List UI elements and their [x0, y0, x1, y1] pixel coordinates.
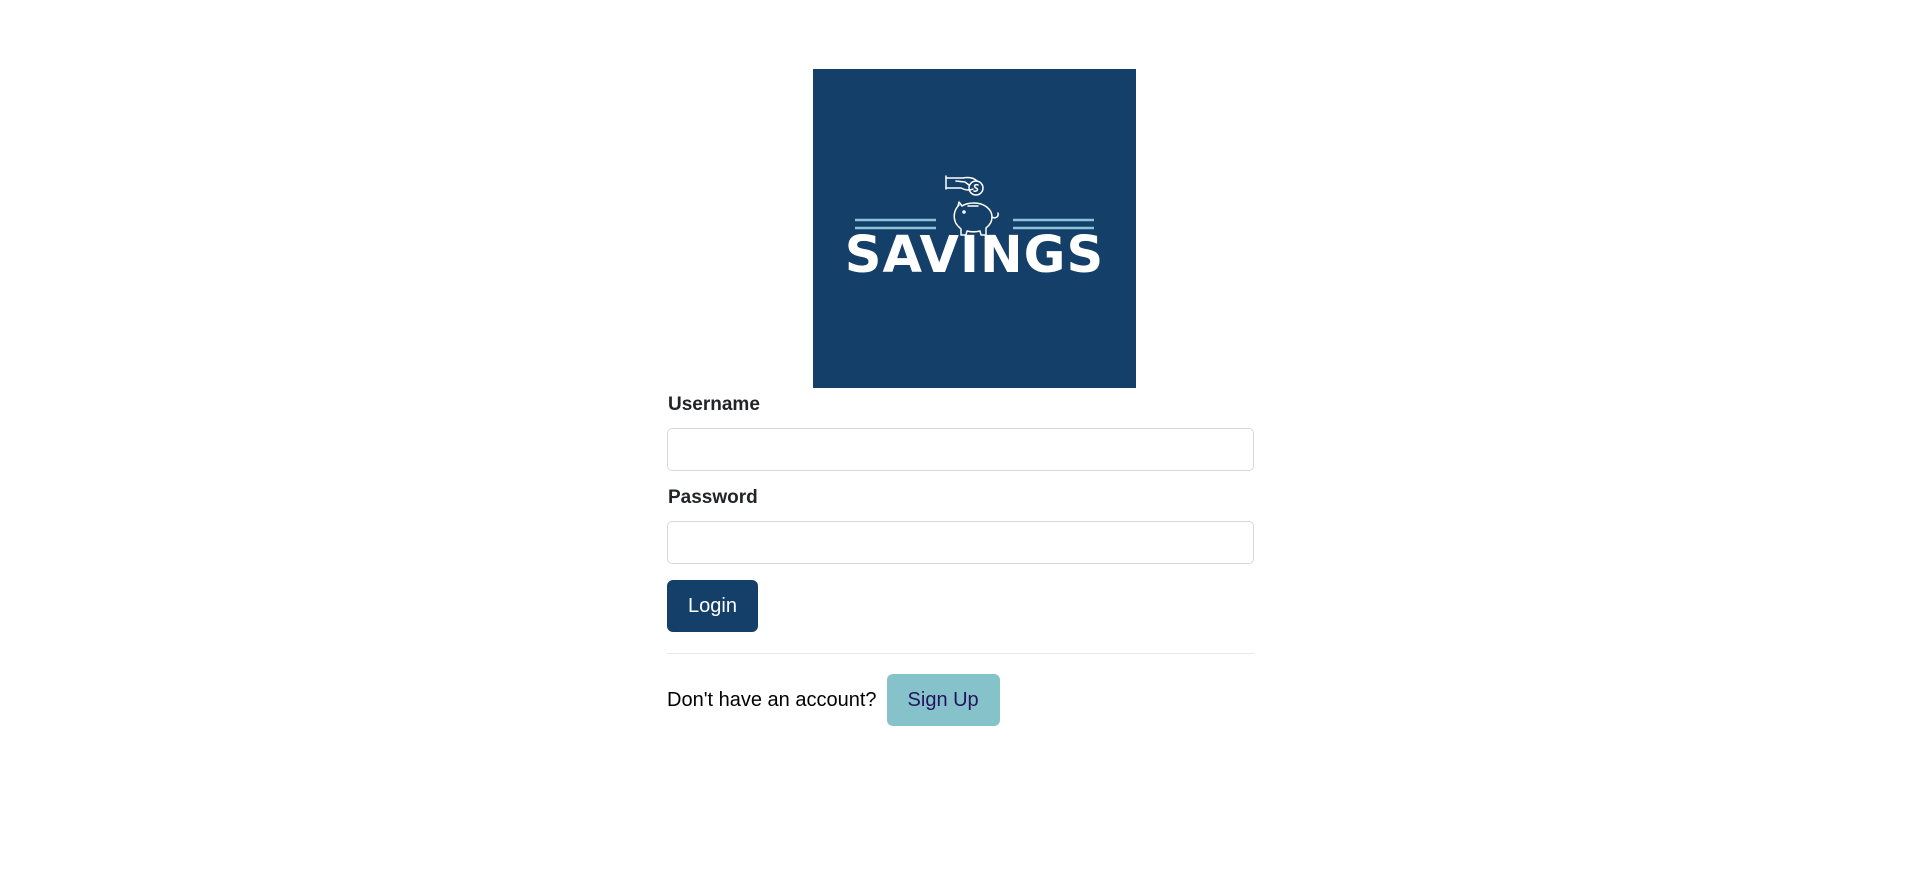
- sign-up-button[interactable]: Sign Up: [886, 674, 1000, 726]
- savings-logo: SAVINGS: [813, 69, 1136, 388]
- divider: [667, 653, 1254, 654]
- username-input[interactable]: [667, 428, 1254, 471]
- username-label: Username: [668, 394, 760, 415]
- login-form: Username Password Login Don't have an ac…: [667, 390, 1254, 726]
- logo-text: SAVINGS: [844, 226, 1105, 285]
- password-input[interactable]: [667, 521, 1254, 564]
- signup-prompt: Don't have an account?: [667, 688, 877, 711]
- signup-row: Don't have an account? Sign Up: [667, 674, 1254, 726]
- password-label: Password: [668, 487, 758, 508]
- login-button[interactable]: Login: [667, 580, 758, 632]
- login-page: SAVINGS Username Password Login Don't ha…: [0, 0, 1914, 890]
